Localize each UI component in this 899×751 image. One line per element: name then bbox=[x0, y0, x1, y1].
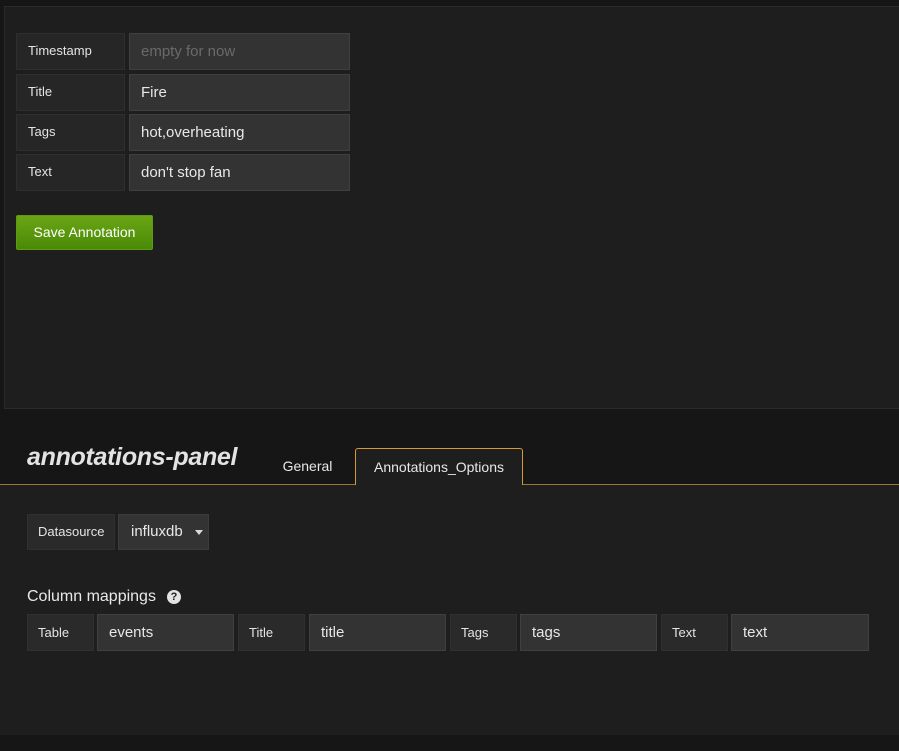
tab-annotations-options[interactable]: Annotations_Options bbox=[355, 448, 523, 485]
datasource-select[interactable]: influxdb bbox=[118, 514, 209, 550]
datasource-label: Datasource bbox=[27, 514, 115, 550]
title-mapping-input[interactable]: title bbox=[309, 614, 446, 651]
text-mapping-input[interactable]: text bbox=[731, 614, 869, 651]
datasource-value: influxdb bbox=[131, 523, 183, 540]
title-input[interactable]: Fire bbox=[129, 74, 350, 111]
save-annotation-button[interactable]: Save Annotation bbox=[16, 215, 153, 250]
column-mappings-title: Column mappings bbox=[27, 588, 156, 605]
annotation-form-panel: Timestamp empty for now Title Fire Tags … bbox=[4, 6, 899, 409]
title-mapping-label: Title bbox=[238, 614, 305, 651]
title-row: Title Fire bbox=[16, 74, 350, 111]
panel-editor-title: annotations-panel bbox=[27, 443, 238, 471]
editor-body: Datasource influxdb Column mappings ? Ta… bbox=[0, 485, 899, 735]
tags-mapping-input[interactable]: tags bbox=[520, 614, 657, 651]
timestamp-row: Timestamp empty for now bbox=[16, 33, 350, 70]
text-mapping-label: Text bbox=[661, 614, 728, 651]
tab-general[interactable]: General bbox=[270, 448, 345, 485]
question-circle-icon[interactable]: ? bbox=[167, 590, 181, 604]
caret-down-icon bbox=[195, 530, 203, 535]
tags-mapping-label: Tags bbox=[450, 614, 517, 651]
table-mapping-input[interactable]: events bbox=[97, 614, 234, 651]
text-label: Text bbox=[16, 154, 125, 191]
table-mapping-label: Table bbox=[27, 614, 94, 651]
title-label: Title bbox=[16, 74, 125, 111]
tags-label: Tags bbox=[16, 114, 125, 151]
text-input[interactable]: don't stop fan bbox=[129, 154, 350, 191]
timestamp-input[interactable]: empty for now bbox=[129, 33, 350, 70]
tags-input[interactable]: hot,overheating bbox=[129, 114, 350, 151]
tags-row: Tags hot,overheating bbox=[16, 114, 350, 151]
text-row: Text don't stop fan bbox=[16, 154, 350, 191]
bottom-strip bbox=[0, 735, 899, 751]
timestamp-label: Timestamp bbox=[16, 33, 125, 70]
